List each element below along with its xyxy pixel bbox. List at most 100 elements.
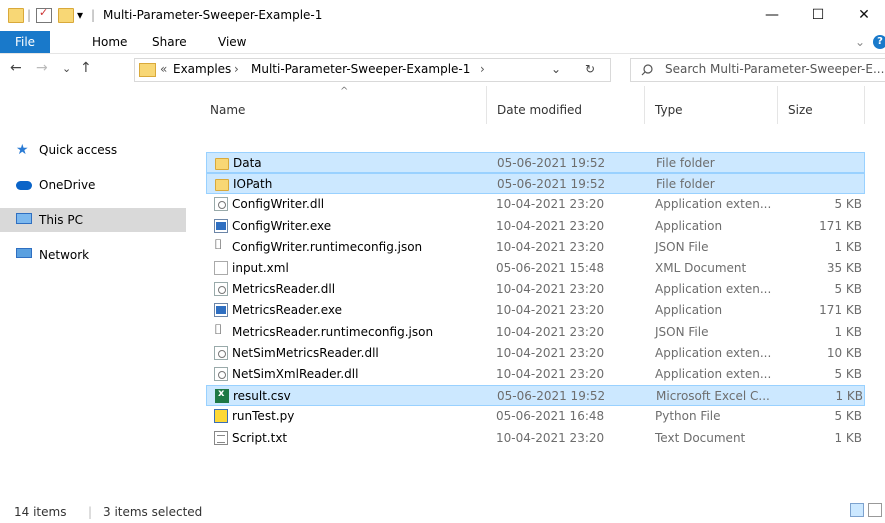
- title-separator: |: [91, 8, 96, 22]
- file-name: ConfigWriter.dll: [232, 197, 325, 212]
- column-name[interactable]: Name: [200, 86, 487, 124]
- file-name: ConfigWriter.runtimeconfig.json: [232, 239, 423, 254]
- folder-icon: [215, 158, 229, 170]
- py-icon: [214, 409, 228, 424]
- nav-item-network[interactable]: Network: [0, 243, 186, 267]
- new-folder-icon[interactable]: [58, 8, 74, 23]
- folder-icon: [8, 8, 24, 23]
- address-bar[interactable]: « Examples › Multi-Parameter-Sweeper-Exa…: [134, 58, 611, 82]
- file-type: Application: [655, 218, 723, 233]
- table-row[interactable]: IOPath 05-06-2021 19:52 File folder: [206, 173, 865, 195]
- dll-icon: [214, 197, 228, 212]
- close-button[interactable]: ✕: [841, 0, 885, 31]
- file-type: File folder: [656, 156, 715, 170]
- table-row[interactable]: ConfigWriter.dll 10-04-2021 23:20 Applicat…: [206, 194, 865, 215]
- nav-item-label: Quick access: [39, 143, 118, 157]
- file-date: 10-04-2021 23:20: [496, 367, 605, 381]
- ribbon-tabs: File Home Share View ⌄ ?: [0, 31, 885, 54]
- file-size: 1 KB: [834, 430, 862, 445]
- file-type: File folder: [656, 177, 715, 192]
- address-dropdown-icon[interactable]: ⌄: [551, 62, 561, 76]
- file-size: 1 KB: [834, 239, 862, 254]
- file-type: JSON File: [655, 324, 709, 339]
- file-date: 10-04-2021 23:20: [496, 345, 605, 360]
- refresh-icon[interactable]: ↻: [585, 62, 595, 76]
- breadcrumb-overflow[interactable]: «: [160, 62, 167, 76]
- file-size: 1 KB: [835, 389, 863, 404]
- forward-button[interactable]: →: [36, 60, 48, 76]
- file-name: NetSimXmlReader.dll: [232, 367, 359, 381]
- search-input[interactable]: Search Multi-Parameter-Sweeper-E...: [665, 62, 884, 76]
- column-header: ^ Name Date modified Type Size: [200, 86, 885, 124]
- column-size[interactable]: Size: [778, 86, 865, 124]
- file-date: 10-04-2021 23:20: [496, 324, 605, 339]
- table-row[interactable]: input.xml 05-06-2021 15:48 XML Document 35 …: [206, 258, 865, 279]
- table-row[interactable]: result.csv 05-06-2021 19:52 Microsoft Exce…: [206, 385, 865, 407]
- breadcrumb-current[interactable]: Multi-Parameter-Sweeper-Example-1: [251, 62, 470, 76]
- file-size: 1 KB: [834, 324, 862, 339]
- dll-icon: [214, 282, 228, 297]
- qa-dropdown-icon[interactable]: ▾: [77, 8, 83, 22]
- file-name: Script.txt: [232, 430, 288, 445]
- item-count: 14 items: [14, 505, 67, 519]
- details-view-button[interactable]: [850, 503, 864, 517]
- nav-item-this-pc[interactable]: This PC: [0, 208, 186, 232]
- table-row[interactable]: NetSimMetricsReader.dll 10-04-2021 23:20 A…: [206, 343, 865, 364]
- nav-item-label: OneDrive: [39, 178, 96, 192]
- column-date-modified[interactable]: Date modified: [487, 86, 645, 124]
- recent-locations-button[interactable]: ⌄: [62, 62, 71, 75]
- table-row[interactable]: MetricsReader.exe 10-04-2021 23:20 Applica…: [206, 300, 865, 321]
- breadcrumb-examples[interactable]: Examples: [173, 62, 231, 76]
- table-row[interactable]: NetSimXmlReader.dll 10-04-2021 23:20 Appli…: [206, 364, 865, 385]
- exe-icon: [214, 303, 228, 318]
- table-row[interactable]: MetricsReader.runtimeconfig.json 10-04-20…: [206, 322, 865, 343]
- breadcrumb-separator[interactable]: ›: [234, 62, 239, 76]
- file-name: NetSimMetricsReader.dll: [232, 345, 379, 360]
- table-row[interactable]: ConfigWriter.runtimeconfig.json 10-04-202…: [206, 237, 865, 258]
- file-name: MetricsReader.exe: [232, 303, 343, 318]
- tab-file[interactable]: File: [0, 31, 50, 53]
- tab-share[interactable]: Share: [144, 31, 195, 53]
- up-button[interactable]: ↑: [80, 60, 92, 76]
- table-row[interactable]: ConfigWriter.exe 10-04-2021 23:20 Applicat…: [206, 216, 865, 237]
- file-date: 10-04-2021 23:20: [496, 218, 605, 233]
- file-name: IOPath: [233, 177, 273, 192]
- network-icon: [16, 248, 32, 258]
- tab-home[interactable]: Home: [84, 31, 135, 53]
- table-row[interactable]: Script.txt 10-04-2021 23:20 Text Document 1…: [206, 428, 865, 449]
- tab-view[interactable]: View: [210, 31, 254, 53]
- maximize-button[interactable]: ☐: [795, 0, 841, 31]
- file-type: XML Document: [655, 261, 747, 275]
- window-title: Multi-Parameter-Sweeper-Example-1: [103, 8, 323, 22]
- table-row[interactable]: Data 05-06-2021 19:52 File folder: [206, 152, 865, 173]
- expand-ribbon-icon[interactable]: ⌄: [847, 31, 873, 53]
- nav-item-quick-access[interactable]: ★ Quick access: [0, 138, 186, 162]
- nav-item-onedrive[interactable]: OneDrive: [0, 173, 186, 197]
- cloud-icon: [16, 181, 32, 190]
- search-box[interactable]: Search Multi-Parameter-Sweeper-E...: [630, 58, 885, 82]
- file-name: input.xml: [232, 261, 289, 275]
- qa-separator: |: [27, 8, 32, 22]
- breadcrumb-separator[interactable]: ›: [480, 62, 485, 76]
- address-row: ← → ⌄ ↑ « Examples › Multi-Parameter-Swe…: [0, 54, 885, 84]
- column-type[interactable]: Type: [645, 86, 778, 124]
- minimize-button[interactable]: —: [749, 0, 795, 31]
- file-size: 5 KB: [834, 282, 862, 297]
- table-row[interactable]: runTest.py 05-06-2021 16:48 Python File 5 K…: [206, 406, 865, 427]
- file-date: 10-04-2021 23:20: [496, 430, 605, 445]
- table-row[interactable]: MetricsReader.dll 10-04-2021 23:20 Applica…: [206, 279, 865, 300]
- file-name: Data: [233, 156, 262, 170]
- file-date: 10-04-2021 23:20: [496, 303, 605, 318]
- help-icon[interactable]: ?: [873, 35, 885, 49]
- properties-icon[interactable]: ✓: [36, 6, 52, 23]
- back-button[interactable]: ←: [10, 60, 22, 76]
- large-icons-view-button[interactable]: [868, 503, 882, 517]
- file-list: ^ Name Date modified Type Size Data 05-06…: [200, 86, 885, 496]
- file-type: Application exten...: [655, 345, 772, 360]
- file-name: MetricsReader.runtimeconfig.json: [232, 324, 434, 339]
- file-type: Application exten...: [655, 197, 772, 212]
- file-date: 10-04-2021 23:20: [496, 239, 605, 254]
- file-name: ConfigWriter.exe: [232, 218, 332, 233]
- file-date: 05-06-2021 19:52: [497, 177, 606, 192]
- file-size: 5 KB: [834, 197, 862, 212]
